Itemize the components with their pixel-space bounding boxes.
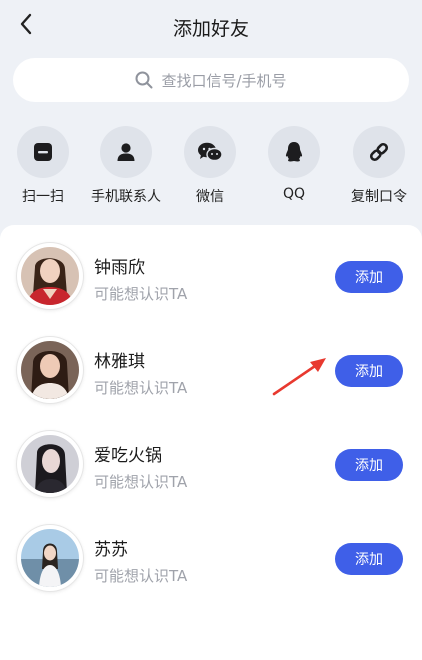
annotation-arrow-icon (272, 358, 326, 396)
quick-action-contacts[interactable]: 手机联系人 (86, 126, 166, 206)
add-friend-button[interactable]: 添加 (335, 543, 403, 575)
avatar-photo (21, 435, 79, 493)
quick-action-label: 微信 (196, 189, 224, 205)
avatar-photo (21, 529, 79, 587)
contact-name: 爱吃火锅 (94, 446, 162, 466)
quick-action-label: 扫一扫 (22, 189, 64, 205)
quick-action-label: 复制口令 (351, 189, 407, 205)
search-input[interactable]: 查找口信号/手机号 (13, 58, 409, 102)
contact-subtitle: 可能想认识TA (94, 473, 188, 491)
page-title: 添加好友 (172, 18, 249, 40)
quick-action-qq[interactable]: QQ (254, 126, 334, 202)
contact-name: 苏苏 (94, 540, 128, 560)
link-icon (369, 142, 389, 162)
suggestion-list: 钟雨欣 可能想认识TA 添加 林雅琪 可能想认识TA 添加 爱吃火锅 可能想认识… (0, 225, 422, 660)
scan-icon (34, 143, 52, 161)
quick-action-label: QQ (282, 186, 306, 202)
avatar[interactable] (17, 337, 83, 403)
wechat-icon (198, 142, 223, 162)
search-icon (135, 71, 153, 89)
contact-name: 林雅琪 (94, 352, 145, 372)
avatar[interactable] (17, 243, 83, 309)
add-friend-button[interactable]: 添加 (335, 355, 403, 387)
add-friend-button[interactable]: 添加 (335, 449, 403, 481)
list-item: 林雅琪 可能想认识TA 添加 (0, 327, 422, 421)
list-item: 苏苏 可能想认识TA 添加 (0, 515, 422, 609)
contact-subtitle: 可能想认识TA (94, 285, 188, 303)
avatar-photo (21, 247, 79, 305)
list-item: 钟雨欣 可能想认识TA 添加 (0, 233, 422, 327)
add-friend-button[interactable]: 添加 (335, 261, 403, 293)
qq-icon (285, 142, 303, 162)
quick-action-copy-code[interactable]: 复制口令 (339, 126, 419, 206)
quick-actions: 扫一扫 手机联系人 微信 QQ 复制口令 (0, 126, 422, 206)
header: 添加好友 (0, 0, 422, 52)
contact-icon (117, 143, 135, 161)
list-item: 爱吃火锅 可能想认识TA 添加 (0, 421, 422, 515)
quick-action-scan[interactable]: 扫一扫 (3, 126, 83, 206)
avatar-photo (21, 341, 79, 399)
search-placeholder: 查找口信号/手机号 (161, 71, 287, 90)
contact-subtitle: 可能想认识TA (94, 567, 188, 585)
contact-name: 钟雨欣 (94, 258, 145, 278)
avatar[interactable] (17, 525, 83, 591)
contact-subtitle: 可能想认识TA (94, 379, 188, 397)
avatar[interactable] (17, 431, 83, 497)
quick-action-wechat[interactable]: 微信 (170, 126, 250, 206)
quick-action-label: 手机联系人 (91, 189, 161, 205)
